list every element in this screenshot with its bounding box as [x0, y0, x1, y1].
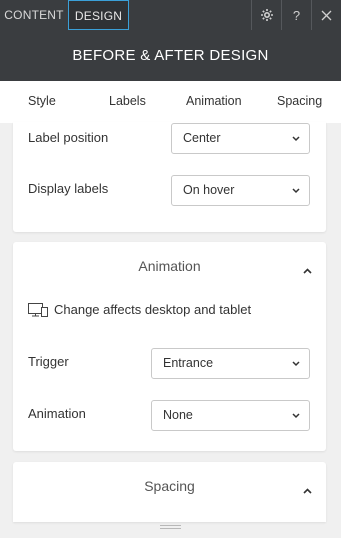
chevron-down-icon	[292, 349, 300, 378]
resize-handle[interactable]	[160, 525, 181, 530]
label-position-select[interactable]: Center	[171, 123, 310, 154]
chevron-up-icon[interactable]	[303, 481, 312, 499]
display-labels-label: Display labels	[28, 181, 109, 196]
animation-value: None	[163, 408, 193, 422]
spacing-card: Spacing	[13, 462, 326, 522]
nav-labels[interactable]: Labels	[109, 94, 146, 108]
nav-animation[interactable]: Animation	[186, 94, 242, 108]
settings-button[interactable]	[251, 0, 281, 30]
top-tab-bar: CONTENT DESIGN ?	[0, 0, 341, 30]
close-button[interactable]	[311, 0, 341, 30]
animation-card: Animation Change affects desktop and tab…	[13, 242, 326, 451]
desktop-tablet-icon	[28, 302, 48, 317]
spacing-section-title: Spacing	[144, 478, 195, 494]
chevron-up-icon[interactable]	[303, 261, 312, 279]
tab-design[interactable]: DESIGN	[68, 0, 129, 30]
animation-label: Animation	[28, 406, 86, 421]
device-note: Change affects desktop and tablet	[28, 302, 251, 317]
help-button[interactable]: ?	[281, 0, 311, 30]
trigger-select[interactable]: Entrance	[151, 348, 310, 379]
device-note-text: Change affects desktop and tablet	[54, 302, 252, 317]
labels-settings-card: Label position Center Display labels On …	[13, 122, 326, 232]
animation-select[interactable]: None	[151, 400, 310, 431]
panel-title-bar: BEFORE & AFTER DESIGN	[0, 30, 341, 81]
nav-spacing[interactable]: Spacing	[277, 94, 322, 108]
display-labels-select[interactable]: On hover	[171, 175, 310, 206]
label-position-label: Label position	[28, 130, 109, 145]
top-icon-group: ?	[251, 0, 341, 30]
trigger-label: Trigger	[28, 354, 69, 369]
animation-section-title: Animation	[138, 258, 201, 274]
chevron-down-icon	[292, 401, 300, 430]
close-icon	[321, 10, 332, 21]
nav-style[interactable]: Style	[28, 94, 56, 108]
gear-icon	[260, 8, 274, 22]
label-position-value: Center	[183, 131, 221, 145]
trigger-value: Entrance	[163, 356, 214, 370]
design-panel: CONTENT DESIGN ? BEFORE & AFTER DESIGN S…	[0, 0, 341, 538]
chevron-down-icon	[292, 176, 300, 205]
display-labels-value: On hover	[183, 183, 235, 197]
help-icon: ?	[292, 7, 301, 23]
tab-content[interactable]: CONTENT	[0, 0, 68, 30]
panel-title: BEFORE & AFTER DESIGN	[72, 47, 269, 64]
section-nav: Style Labels Animation Spacing	[0, 81, 341, 123]
chevron-down-icon	[292, 124, 300, 153]
